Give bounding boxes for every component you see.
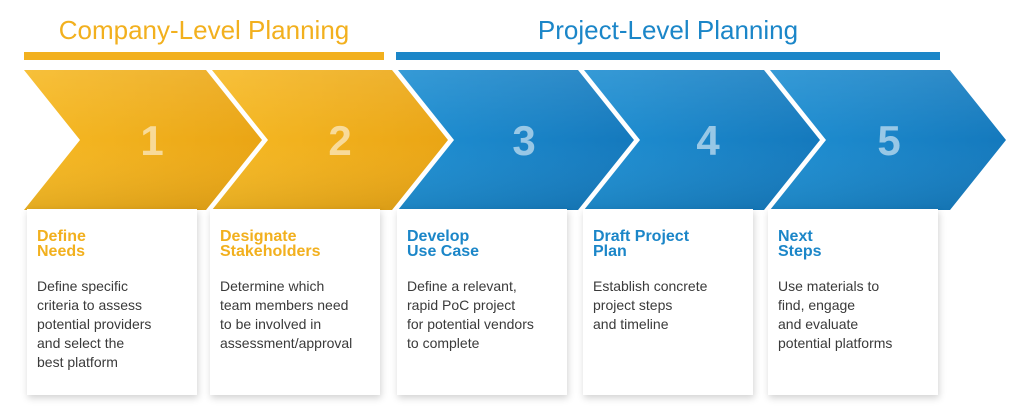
step-title: Designate Stakeholders [220, 228, 321, 260]
chevron-1: 1 [24, 70, 262, 210]
step-card-develop-use-case: Develop Use Case Define a relevant, rapi… [397, 209, 567, 395]
step-title: Draft Project Plan [593, 228, 690, 260]
step-number-2: 2 [328, 117, 351, 164]
step-description: Determine which team members need to be … [220, 278, 353, 351]
step-title: Define Needs [37, 228, 86, 260]
step-card-define-needs: Define Needs Define specific criteria to… [27, 209, 197, 395]
step-description: Use materials to find, engage and evalua… [778, 278, 893, 351]
step-number-4: 4 [696, 117, 720, 164]
step-card-designate-stakeholders: Designate Stakeholders Determine which t… [210, 209, 380, 395]
step-number-3: 3 [512, 117, 535, 164]
step-title: Develop Use Case [407, 228, 480, 260]
step-description: Define specific criteria to assess poten… [37, 278, 152, 370]
step-card-next-steps: Next Steps Use materials to find, engage… [768, 209, 938, 395]
step-title: Next Steps [778, 228, 822, 260]
step-description: Define a relevant, rapid PoC project for… [407, 278, 534, 351]
step-card-draft-project-plan: Draft Project Plan Establish concrete pr… [583, 209, 753, 395]
step-number-5: 5 [877, 117, 900, 164]
step-number-1: 1 [140, 117, 163, 164]
step-description: Establish concrete project steps and tim… [593, 278, 708, 332]
